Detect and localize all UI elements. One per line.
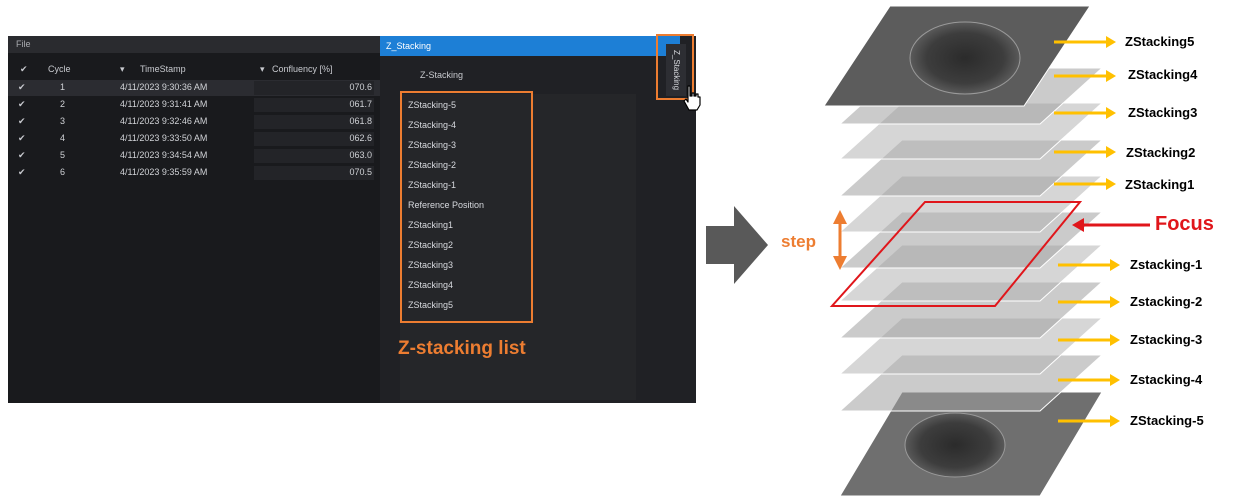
row-check-icon[interactable]: ✔ [18, 167, 26, 178]
cell-cycle: 6 [60, 167, 66, 177]
label-zstacking-minus3: Zstacking-3 [1130, 332, 1203, 347]
label-zstacking-minus1: Zstacking-1 [1130, 257, 1203, 272]
label-zstacking-minus4: Zstacking-4 [1130, 372, 1203, 387]
step-arrow-up [833, 210, 847, 224]
label-zstacking-minus5: ZStacking-5 [1130, 413, 1204, 428]
big-right-arrow-icon [706, 206, 768, 284]
row-check-icon[interactable]: ✔ [18, 99, 26, 110]
cell-cycle: 3 [60, 116, 66, 126]
cell-cycle: 4 [60, 133, 66, 143]
cell-timestamp: 4/11/2023 9:31:41 AM [120, 99, 208, 109]
table-row[interactable]: ✔ 4 4/11/2023 9:33:50 AM 062.6 [8, 131, 380, 147]
label-zstacking2: ZStacking2 [1126, 145, 1196, 160]
table-row[interactable]: ✔ 5 4/11/2023 9:34:54 AM 063.0 [8, 148, 380, 164]
column-confluency[interactable]: Confluency [%] [272, 64, 333, 74]
row-check-icon[interactable]: ✔ [18, 150, 26, 161]
table-row[interactable]: ✔ 3 4/11/2023 9:32:46 AM 061.8 [8, 114, 380, 130]
grid-header: ✔ Cycle ▾ TimeStamp ▾ Confluency [%] [8, 61, 380, 78]
yellow-arrow-head [1110, 415, 1120, 427]
yellow-arrow-head [1106, 107, 1116, 119]
cell-confluency: 063.0 [349, 150, 372, 160]
z-stacking-subtitle: Z-Stacking [420, 70, 464, 80]
column-timestamp[interactable]: TimeStamp [140, 64, 186, 74]
pin-icon[interactable]: ▾ [260, 64, 265, 75]
cell-confluency: 070.6 [349, 82, 372, 92]
table-row[interactable]: ✔ 1 4/11/2023 9:30:36 AM 070.6 [8, 80, 380, 96]
cell-confluency: 062.6 [349, 133, 372, 143]
cell-cycle: 2 [60, 99, 66, 109]
cell-confluency: 061.7 [349, 99, 372, 109]
label-zstacking3: ZStacking3 [1128, 105, 1198, 120]
cell-timestamp: 4/11/2023 9:32:46 AM [120, 116, 208, 126]
label-zstacking1: ZStacking1 [1125, 177, 1195, 192]
spheroid-bottom [904, 412, 1006, 478]
row-check-icon[interactable]: ✔ [18, 82, 26, 93]
yellow-arrow-head [1106, 36, 1116, 48]
label-zstacking4: ZStacking4 [1128, 67, 1198, 82]
cell-confluency: 070.5 [349, 167, 372, 177]
table-row[interactable]: ✔ 2 4/11/2023 9:31:41 AM 061.7 [8, 97, 380, 113]
yellow-arrow-head [1106, 70, 1116, 82]
column-cycle[interactable]: Cycle [48, 64, 71, 74]
table-row[interactable]: ✔ 6 4/11/2023 9:35:59 AM 070.5 [8, 165, 380, 181]
cell-cycle: 1 [60, 82, 66, 92]
spheroid-top [909, 21, 1021, 95]
yellow-arrow-head [1110, 334, 1120, 346]
cell-cycle: 5 [60, 150, 66, 160]
cell-timestamp: 4/11/2023 9:35:59 AM [120, 167, 208, 177]
yellow-arrow-head [1106, 178, 1116, 190]
pin-icon[interactable]: ▾ [120, 64, 125, 75]
cell-timestamp: 4/11/2023 9:33:50 AM [120, 133, 208, 143]
software-window: File ✔ Cycle ▾ TimeStamp ▾ Confluency [%… [8, 36, 696, 403]
hand-cursor-icon [683, 85, 701, 111]
file-menu[interactable]: File [8, 36, 380, 53]
yellow-arrow-head [1110, 296, 1120, 308]
z-stacking-list-highlight [400, 91, 533, 323]
step-label: step [781, 232, 816, 251]
yellow-arrow-head [1110, 259, 1120, 271]
select-all-check-icon[interactable]: ✔ [20, 64, 28, 75]
focus-label: Focus [1155, 213, 1214, 235]
cell-timestamp: 4/11/2023 9:34:54 AM [120, 150, 208, 160]
z-stacking-header[interactable]: Z_Stacking [380, 36, 680, 56]
label-zstacking-minus2: Zstacking-2 [1130, 294, 1203, 309]
label-zstacking5: ZStacking5 [1125, 34, 1195, 49]
cell-confluency: 061.8 [349, 116, 372, 126]
yellow-arrow-head [1110, 374, 1120, 386]
row-check-icon[interactable]: ✔ [18, 133, 26, 144]
z-stacking-list-label: Z-stacking list [398, 338, 526, 359]
row-check-icon[interactable]: ✔ [18, 116, 26, 127]
yellow-arrow-head [1106, 146, 1116, 158]
cell-timestamp: 4/11/2023 9:30:36 AM [120, 82, 208, 92]
